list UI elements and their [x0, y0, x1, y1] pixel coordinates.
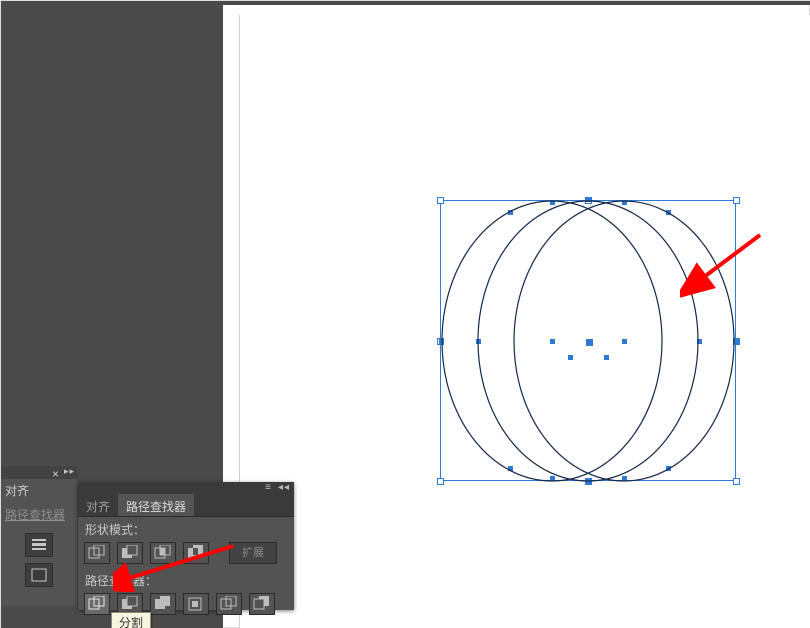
panel-pathfinder: ◂◂ ≡ 对齐 路径查找器 形状模式： 扩展 路径查找器：	[78, 482, 294, 610]
docked-icon-fill[interactable]	[25, 563, 53, 587]
app-frame: { "panel_small": { "tab_align": "对齐", "t…	[0, 0, 810, 628]
tab-align[interactable]: 对齐	[78, 494, 118, 516]
panel-docked-topbar[interactable]: ▸▸ ×	[1, 466, 77, 479]
collapse-icon[interactable]: ▸▸	[64, 467, 75, 476]
artboard[interactable]	[240, 15, 810, 628]
panel-tabs: 对齐 路径查找器	[78, 494, 294, 517]
panel-menu-icon[interactable]: ◂◂	[278, 482, 290, 493]
shapes-svg	[240, 15, 810, 628]
tab-pathfinder[interactable]: 路径查找器	[118, 494, 194, 516]
pathfinder-crop-button[interactable]	[183, 593, 209, 615]
docked-tab-align[interactable]: 对齐	[1, 479, 77, 503]
close-icon[interactable]: ×	[52, 467, 59, 481]
pathfinder-outline-button[interactable]	[216, 593, 242, 615]
docked-icon-stroke[interactable]	[25, 533, 53, 557]
pathfinder-minus-back-button[interactable]	[249, 593, 275, 615]
arrow-annotation-icon	[113, 542, 243, 592]
arrow-annotation-icon	[680, 225, 770, 315]
docked-tab-pathfinder[interactable]: 路径查找器	[1, 503, 77, 527]
tooltip: 分割	[111, 612, 151, 628]
panel-more-icon[interactable]: ≡	[265, 482, 272, 493]
shape-unite-button[interactable]	[84, 542, 110, 564]
panel-topbar[interactable]: ◂◂ ≡	[78, 482, 294, 494]
pathfinder-divide-button[interactable]	[84, 593, 110, 615]
panel-docked: ▸▸ × 对齐 路径查找器	[1, 466, 77, 606]
label-shape-modes: 形状模式：	[78, 517, 294, 540]
pathfinder-merge-button[interactable]	[150, 593, 176, 615]
